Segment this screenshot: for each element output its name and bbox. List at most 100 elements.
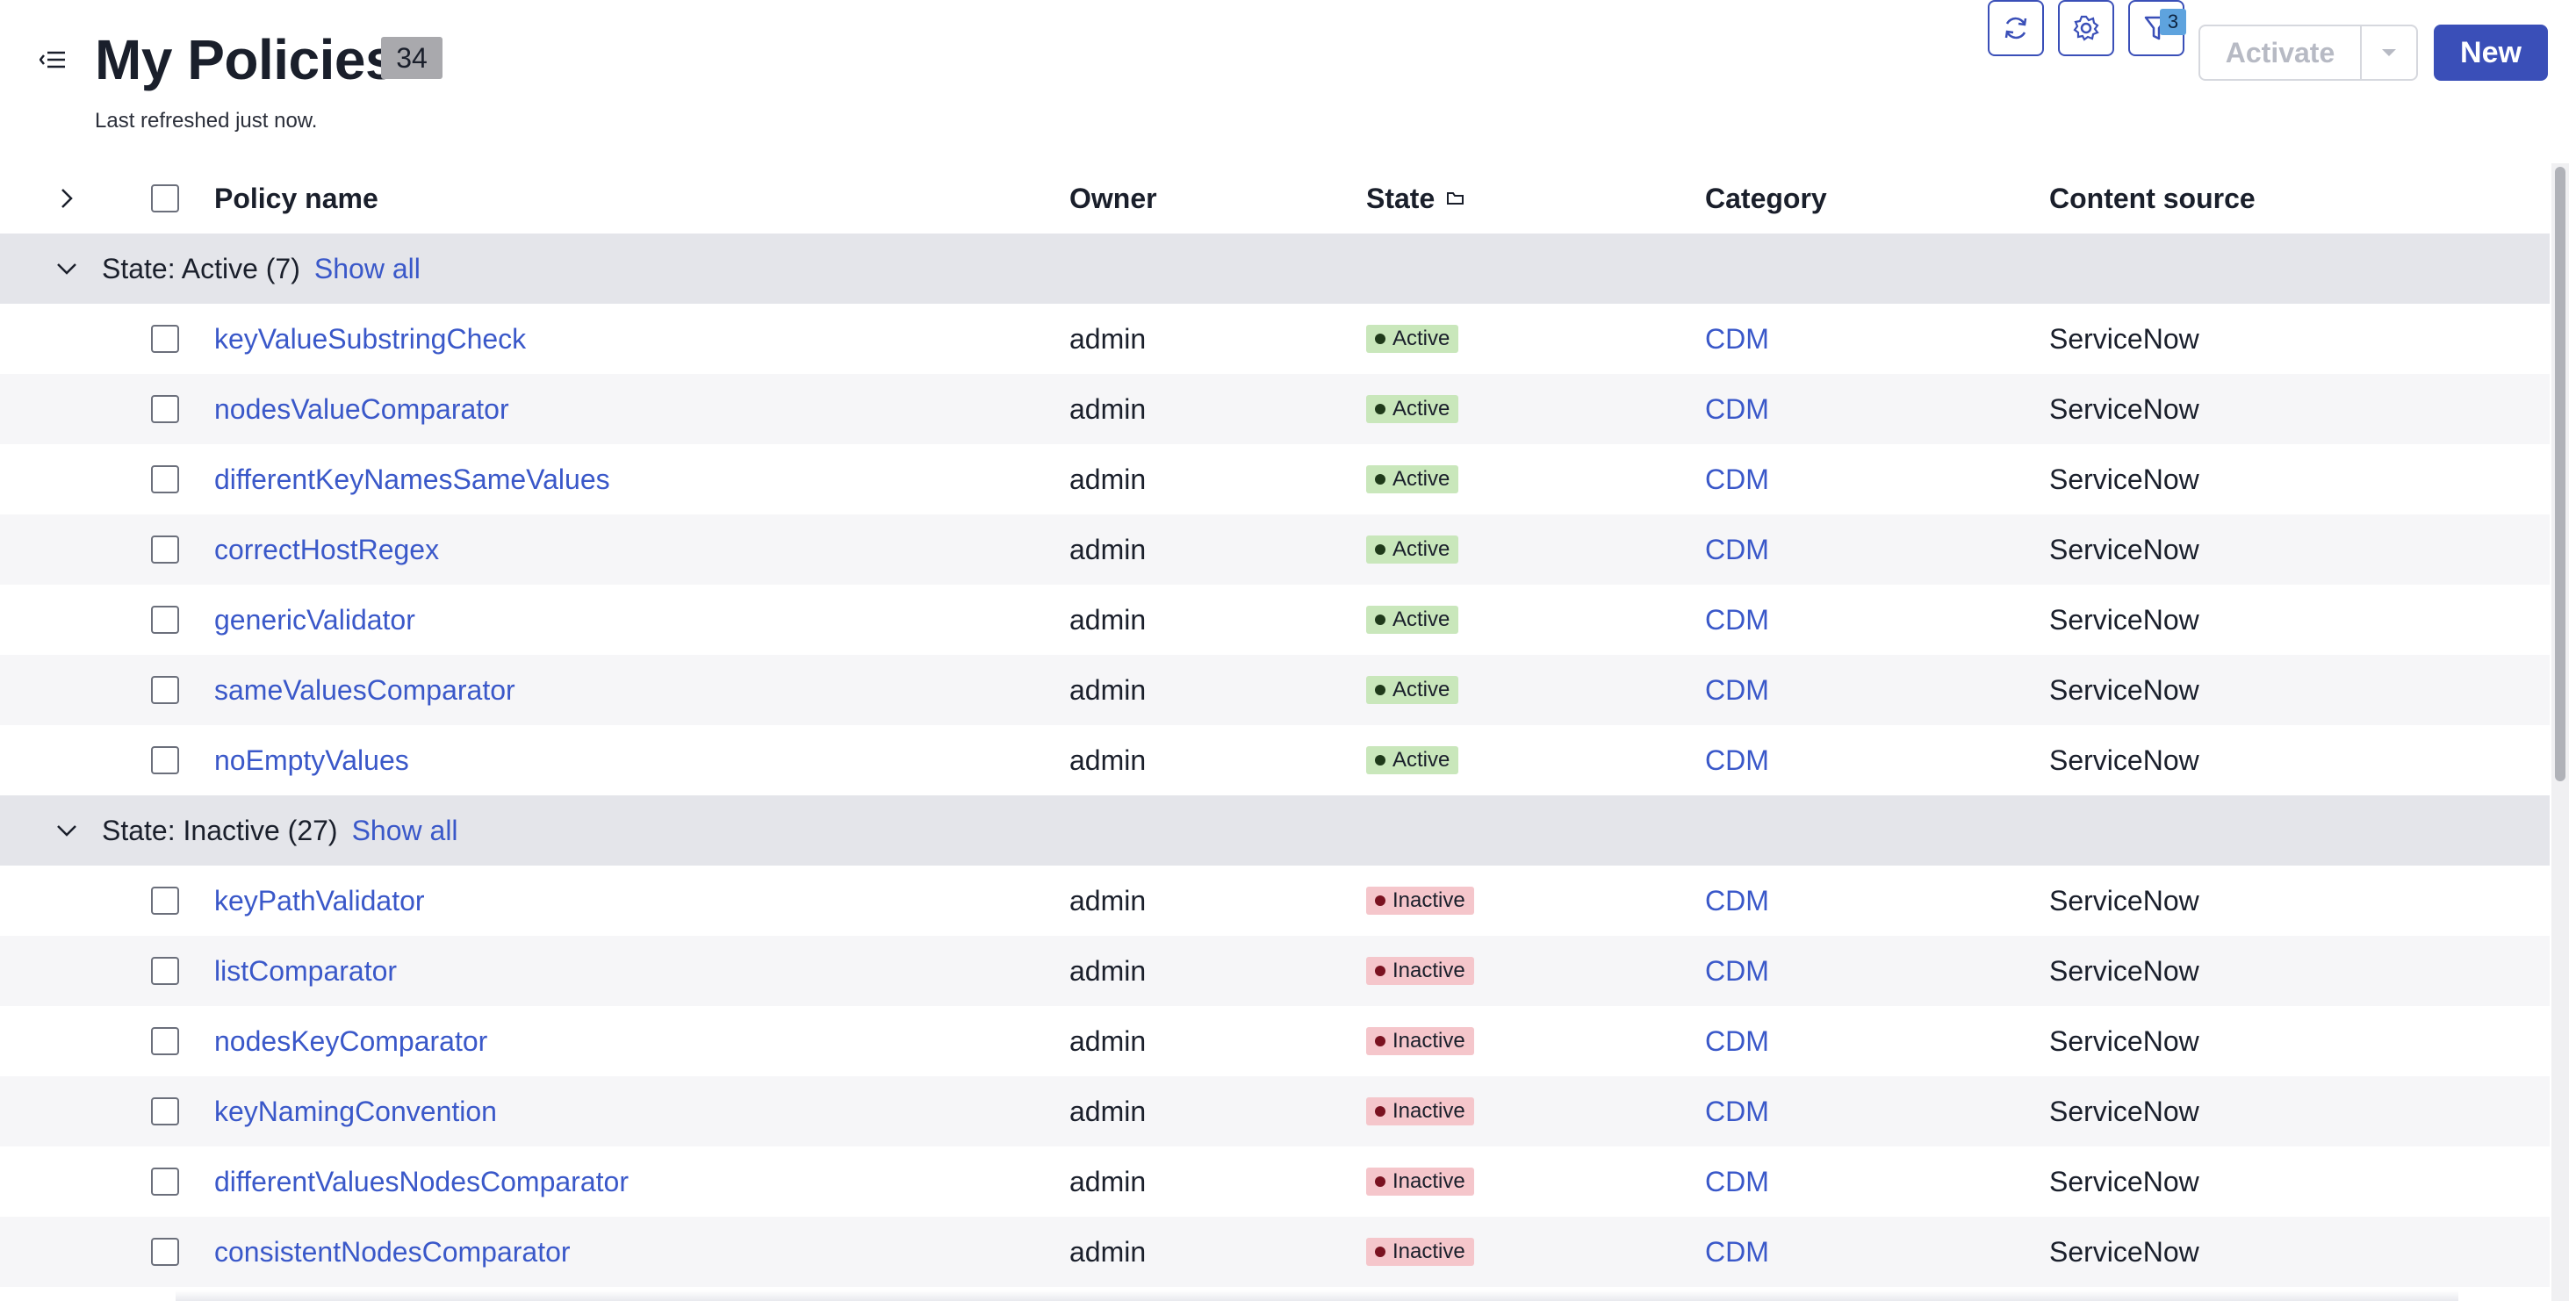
row-checkbox[interactable] <box>151 535 179 564</box>
column-header-content-source[interactable]: Content source <box>2049 163 2256 234</box>
policy-name-link[interactable]: nodesKeyComparator <box>214 1006 487 1076</box>
column-header-policy-name[interactable]: Policy name <box>214 163 378 234</box>
content-source-text: ServiceNow <box>2049 1024 2199 1057</box>
page-title: My Policies <box>95 28 397 91</box>
policy-name-link[interactable]: differentValuesNodesComparator <box>214 1146 629 1217</box>
sidebar-collapse-button[interactable] <box>35 44 70 75</box>
owner-text: admin <box>1069 884 1147 916</box>
category-link[interactable]: CDM <box>1705 374 1769 444</box>
chevron-down-icon <box>57 263 76 275</box>
column-header-owner[interactable]: Owner <box>1069 163 1157 234</box>
policy-name-link[interactable]: keyPathValidator <box>214 866 425 936</box>
table-row: genericValidator admin Active CDM Servic… <box>0 585 2550 655</box>
status-badge: Inactive <box>1366 1097 1474 1125</box>
table-row: listComparator admin Inactive CDM Servic… <box>0 936 2550 1006</box>
owner-text: admin <box>1069 603 1147 636</box>
status-badge: Active <box>1366 395 1459 423</box>
category-link[interactable]: CDM <box>1705 514 1769 585</box>
group-toggle-active[interactable] <box>49 234 84 304</box>
table-row: sameValuesComparator admin Active CDM Se… <box>0 655 2550 725</box>
row-checkbox[interactable] <box>151 1238 179 1266</box>
refresh-button[interactable] <box>1988 0 2044 56</box>
last-refreshed-text: Last refreshed just now. <box>95 109 318 133</box>
owner-text: admin <box>1069 1024 1147 1057</box>
content-source-text: ServiceNow <box>2049 744 2199 776</box>
table-row: keyPathValidator admin Inactive CDM Serv… <box>0 866 2550 936</box>
content-source-text: ServiceNow <box>2049 1165 2199 1197</box>
table-row: differentValuesNodesComparator admin Ina… <box>0 1146 2550 1217</box>
show-all-active-link[interactable]: Show all <box>314 253 421 285</box>
category-link[interactable]: CDM <box>1705 444 1769 514</box>
status-badge: Inactive <box>1366 1168 1474 1196</box>
category-link[interactable]: CDM <box>1705 1076 1769 1146</box>
content-source-text: ServiceNow <box>2049 954 2199 987</box>
category-link[interactable]: CDM <box>1705 1217 1769 1287</box>
policy-name-link[interactable]: differentKeyNamesSameValues <box>214 444 610 514</box>
policy-name-link[interactable]: correctHostRegex <box>214 514 439 585</box>
row-checkbox[interactable] <box>151 1027 179 1055</box>
row-checkbox[interactable] <box>151 887 179 915</box>
category-link[interactable]: CDM <box>1705 585 1769 655</box>
table-row: nodesKeyComparator admin Inactive CDM Se… <box>0 1006 2550 1076</box>
policies-table: Policy name Owner State Category Content… <box>0 163 2550 1287</box>
show-all-inactive-link[interactable]: Show all <box>352 815 458 847</box>
owner-text: admin <box>1069 1165 1147 1197</box>
category-link[interactable]: CDM <box>1705 866 1769 936</box>
category-link[interactable]: CDM <box>1705 304 1769 374</box>
row-checkbox[interactable] <box>151 1168 179 1196</box>
policy-name-link[interactable]: nodesValueComparator <box>214 374 509 444</box>
category-link[interactable]: CDM <box>1705 725 1769 795</box>
select-all-checkbox[interactable] <box>151 184 179 212</box>
owner-text: admin <box>1069 1095 1147 1127</box>
policy-name-link[interactable]: genericValidator <box>214 585 415 655</box>
policy-name-link[interactable]: sameValuesComparator <box>214 655 515 725</box>
row-checkbox[interactable] <box>151 325 179 353</box>
row-checkbox[interactable] <box>151 465 179 493</box>
status-badge: Active <box>1366 465 1459 493</box>
policy-count-badge: 34 <box>381 37 443 79</box>
group-label-inactive: State: Inactive (27) <box>102 814 338 846</box>
chevron-down-icon <box>57 825 76 837</box>
content-source-text: ServiceNow <box>2049 533 2199 565</box>
category-link[interactable]: CDM <box>1705 1006 1769 1076</box>
column-header-category[interactable]: Category <box>1705 163 1827 234</box>
row-checkbox[interactable] <box>151 957 179 985</box>
status-badge: Active <box>1366 535 1459 564</box>
row-checkbox[interactable] <box>151 395 179 423</box>
row-checkbox[interactable] <box>151 676 179 704</box>
row-checkbox[interactable] <box>151 1097 179 1125</box>
table-row: correctHostRegex admin Active CDM Servic… <box>0 514 2550 585</box>
policy-name-link[interactable]: keyNamingConvention <box>214 1076 497 1146</box>
policy-name-link[interactable]: consistentNodesComparator <box>214 1217 571 1287</box>
column-header-state[interactable]: State <box>1366 163 1466 234</box>
policy-name-link[interactable]: noEmptyValues <box>214 725 409 795</box>
new-policy-button[interactable]: New <box>2434 25 2548 81</box>
status-badge: Inactive <box>1366 957 1474 985</box>
content-source-text: ServiceNow <box>2049 1095 2199 1127</box>
table-row: keyNamingConvention admin Inactive CDM S… <box>0 1076 2550 1146</box>
content-source-text: ServiceNow <box>2049 322 2199 355</box>
category-link[interactable]: CDM <box>1705 655 1769 725</box>
row-checkbox[interactable] <box>151 746 179 774</box>
row-checkbox[interactable] <box>151 606 179 634</box>
category-link[interactable]: CDM <box>1705 1146 1769 1217</box>
activate-button[interactable]: Activate <box>2198 25 2362 81</box>
content-source-text: ServiceNow <box>2049 463 2199 495</box>
scroll-shadow <box>176 1290 2458 1301</box>
scrollbar-thumb[interactable] <box>2555 167 2565 781</box>
activate-dropdown-button[interactable] <box>2360 25 2418 81</box>
table-row: differentKeyNamesSameValues admin Active… <box>0 444 2550 514</box>
policy-name-link[interactable]: listComparator <box>214 936 397 1006</box>
caret-down-icon <box>2382 49 2396 56</box>
table-scrollbar[interactable] <box>2551 163 2569 1301</box>
expand-all-toggle[interactable] <box>49 163 84 234</box>
policy-name-link[interactable]: keyValueSubstringCheck <box>214 304 526 374</box>
category-link[interactable]: CDM <box>1705 936 1769 1006</box>
filter-count-badge: 3 <box>2160 9 2186 35</box>
owner-text: admin <box>1069 392 1147 425</box>
status-badge: Inactive <box>1366 1238 1474 1266</box>
settings-button[interactable] <box>2058 0 2114 56</box>
chevron-right-icon <box>61 189 73 208</box>
group-toggle-inactive[interactable] <box>49 795 84 866</box>
folder-icon <box>1447 192 1464 205</box>
